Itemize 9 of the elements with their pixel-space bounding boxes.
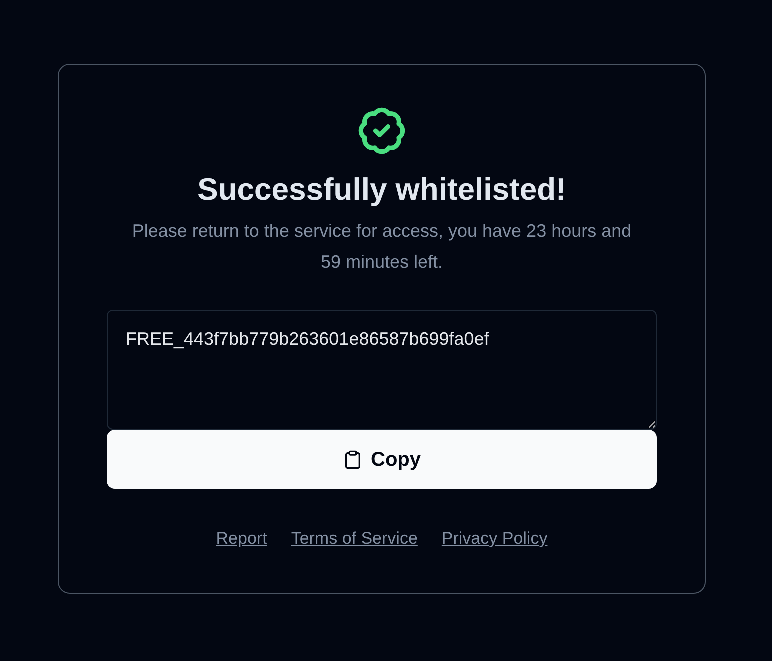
copy-button[interactable]: Copy [107, 430, 657, 489]
footer-link[interactable]: Terms of Service [291, 528, 418, 550]
clipboard-icon [343, 450, 363, 470]
success-title: Successfully whitelisted! [198, 171, 566, 209]
footer-link[interactable]: Privacy Policy [442, 528, 548, 550]
code-field[interactable]: FREE_443f7bb779b263601e86587b699fa0ef [107, 310, 657, 430]
footer-link[interactable]: Report [216, 528, 268, 550]
check-badge-icon [357, 106, 407, 156]
status-message: Please return to the service for access, you have 23 hours and 59 minutes left. [131, 220, 633, 274]
